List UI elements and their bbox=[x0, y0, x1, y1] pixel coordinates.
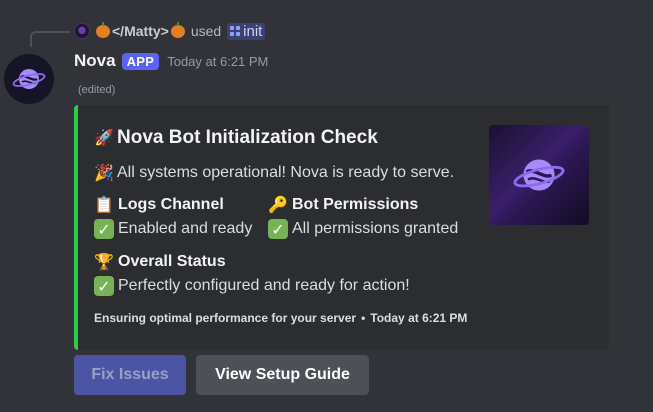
replied-user-avatar[interactable] bbox=[74, 23, 90, 39]
clipboard-icon: 📋 bbox=[94, 195, 114, 214]
trophy-icon: 🏆 bbox=[94, 252, 114, 271]
bot-avatar[interactable] bbox=[4, 54, 54, 104]
embed-field-logs-channel: 📋 Logs Channel ✓ Enabled and ready bbox=[94, 194, 252, 242]
footer-timestamp: Today at 6:21 PM bbox=[370, 311, 468, 325]
embed-footer: Ensuring optimal performance for your se… bbox=[94, 311, 467, 325]
embed-description-text: All systems operational! Nova is ready t… bbox=[117, 164, 455, 181]
check-mark-icon: ✓ bbox=[94, 219, 114, 239]
fix-issues-button[interactable]: Fix Issues bbox=[74, 355, 186, 395]
field-name-text: Bot Permissions bbox=[292, 196, 419, 213]
embed-thumbnail[interactable] bbox=[489, 125, 589, 225]
embed: 🚀 Nova Bot Initialization Check 🎉 All sy… bbox=[74, 105, 609, 350]
reply-action: used bbox=[190, 23, 222, 39]
key-icon: 🔑 bbox=[268, 195, 288, 214]
replied-username[interactable]: </Matty> bbox=[96, 21, 185, 39]
check-mark-icon: ✓ bbox=[268, 219, 288, 239]
embed-title: 🚀 Nova Bot Initialization Check bbox=[94, 127, 378, 149]
discord-message: </Matty> used init Nova APP Today at 6:2… bbox=[0, 0, 653, 412]
message-header: Nova APP Today at 6:21 PM bbox=[74, 49, 268, 73]
field-name: 🔑 Bot Permissions bbox=[268, 194, 458, 216]
reply-context[interactable]: </Matty> used init bbox=[74, 20, 266, 42]
view-setup-guide-button[interactable]: View Setup Guide bbox=[196, 355, 369, 395]
check-mark-icon: ✓ bbox=[94, 276, 114, 296]
slash-command-name: init bbox=[243, 22, 263, 40]
slash-command-mention[interactable]: init bbox=[227, 22, 266, 40]
field-name: 🏆 Overall Status bbox=[94, 251, 410, 273]
field-value: ✓ All permissions granted bbox=[268, 216, 458, 242]
rocket-icon: 🚀 bbox=[94, 128, 114, 147]
field-value: ✓ Enabled and ready bbox=[94, 216, 252, 242]
party-popper-icon: 🎉 bbox=[94, 163, 114, 182]
embed-title-text: Nova Bot Initialization Check bbox=[117, 127, 378, 148]
footer-separator: • bbox=[361, 311, 366, 325]
embed-field-overall-status: 🏆 Overall Status ✓ Perfectly configured … bbox=[94, 251, 410, 299]
message-timestamp[interactable]: Today at 6:21 PM bbox=[167, 54, 268, 69]
reply-spine bbox=[30, 31, 70, 47]
bot-username[interactable]: Nova bbox=[74, 51, 116, 71]
field-name-text: Logs Channel bbox=[118, 196, 224, 213]
edited-label: (edited) bbox=[78, 84, 116, 96]
field-value-text: All permissions granted bbox=[292, 220, 459, 237]
pumpkin-icon bbox=[96, 21, 110, 38]
replied-username-text: </Matty> bbox=[112, 23, 169, 39]
field-value-text: Enabled and ready bbox=[118, 220, 253, 237]
app-badge: APP bbox=[121, 52, 160, 70]
slash-command-icon bbox=[230, 26, 241, 36]
field-name: 📋 Logs Channel bbox=[94, 194, 252, 216]
field-name-text: Overall Status bbox=[118, 253, 226, 270]
embed-description: 🎉 All systems operational! Nova is ready… bbox=[94, 163, 454, 183]
embed-field-bot-permissions: 🔑 Bot Permissions ✓ All permissions gran… bbox=[268, 194, 458, 242]
field-value: ✓ Perfectly configured and ready for act… bbox=[94, 273, 410, 299]
planet-logo-icon bbox=[12, 69, 46, 89]
field-value-text: Perfectly configured and ready for actio… bbox=[118, 277, 410, 294]
footer-text: Ensuring optimal performance for your se… bbox=[94, 311, 357, 325]
pumpkin-icon bbox=[170, 21, 185, 38]
planet-logo-icon bbox=[513, 159, 565, 191]
